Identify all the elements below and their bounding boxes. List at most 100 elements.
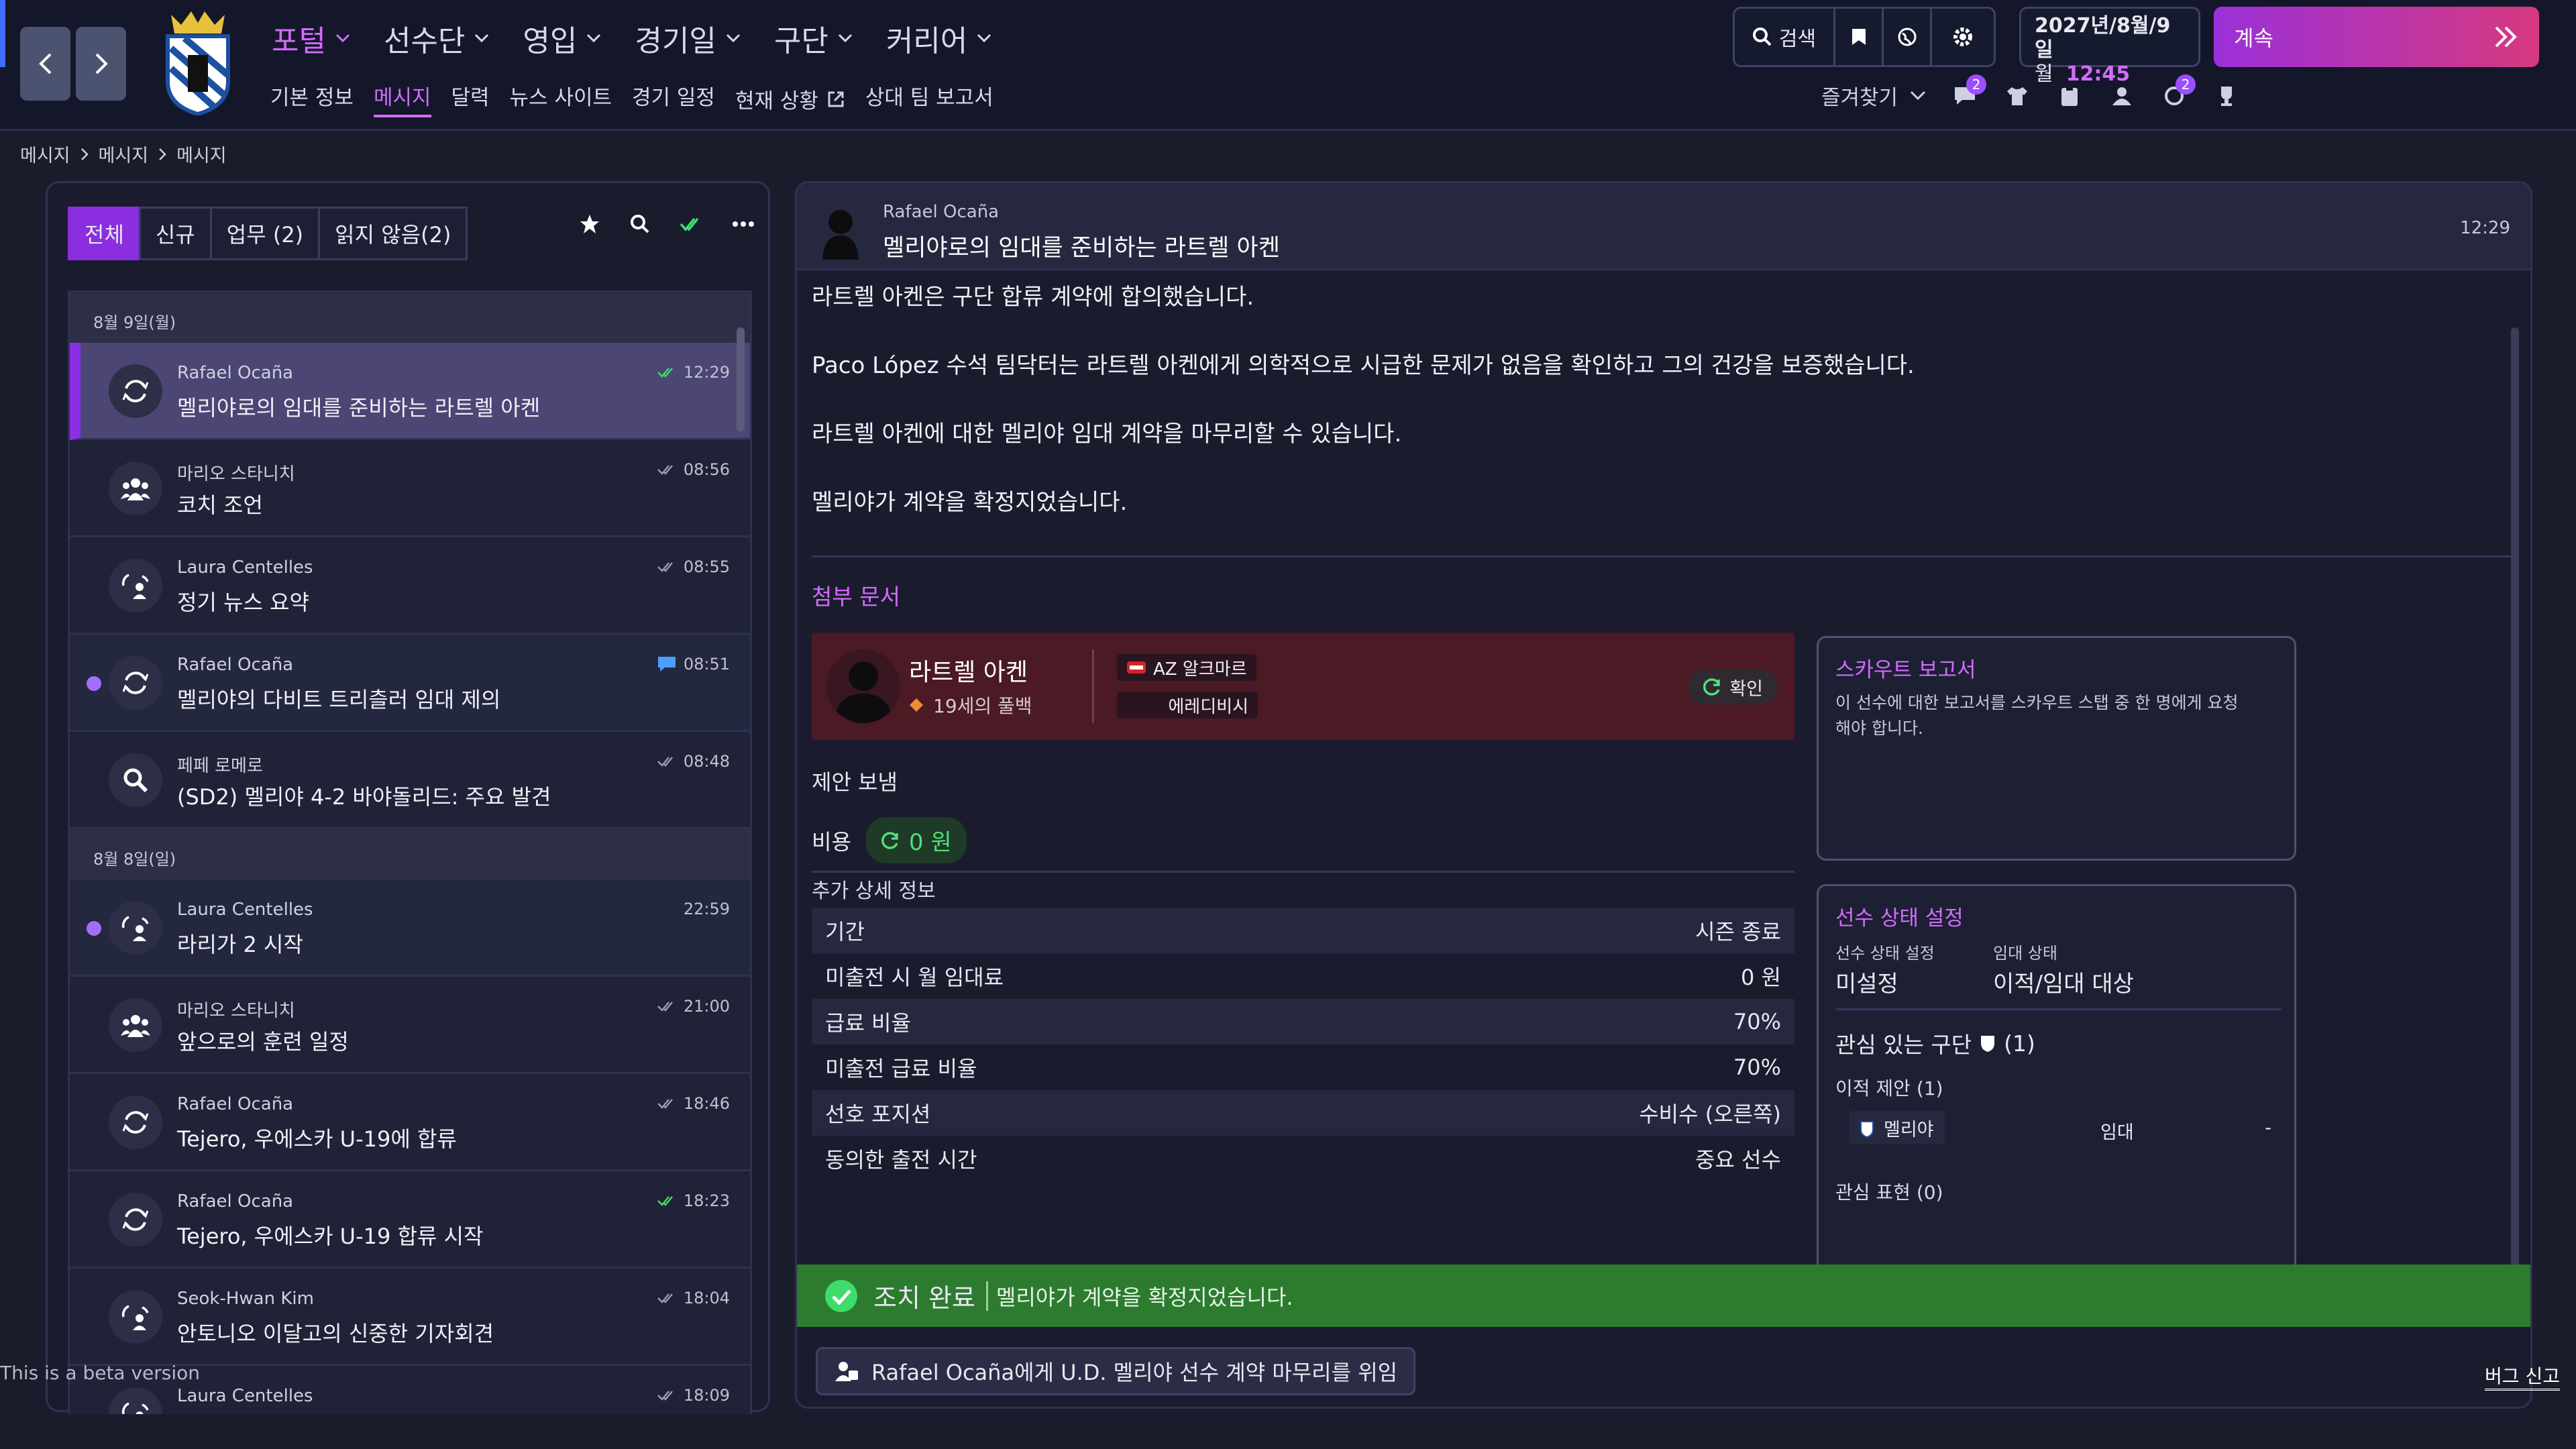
kit-shortcut[interactable]	[2004, 83, 2031, 109]
date-group-header: 8월 9일(월)	[70, 292, 750, 343]
breadcrumb-item[interactable]: 메시지	[99, 141, 149, 167]
message-row[interactable]: Rafael Ocaña 멜리야의 다비트 트리츨러 임대 제의 08:51	[70, 635, 750, 732]
menu-club[interactable]: 구단	[774, 17, 853, 60]
message-sender: Rafael Ocaña	[177, 1094, 294, 1114]
message-sender: Laura Centelles	[177, 557, 313, 578]
interest-expressed: 관심 표현 (0)	[1835, 1181, 1943, 1203]
message-row[interactable]: 마리오 스타니치 코치 조언 08:56	[70, 440, 750, 537]
star-icon[interactable]	[579, 213, 600, 235]
submenu-calendar[interactable]: 달력	[451, 80, 490, 117]
board-shortcut[interactable]: 2	[2161, 74, 2196, 109]
offer-status: 제안 보냄	[812, 769, 898, 795]
people-exchange-icon	[109, 1290, 162, 1344]
chevron-down-icon	[475, 34, 489, 43]
action-complete-label: 조치 완료	[873, 1283, 975, 1313]
menu-portal[interactable]: 포털	[272, 17, 350, 60]
message-row[interactable]: Laura Centelles 라리가 2 시작 22:59	[70, 879, 750, 977]
breadcrumb-item[interactable]: 메시지	[20, 141, 70, 167]
offer-club[interactable]: 멜리야	[1849, 1111, 1945, 1144]
message-row[interactable]: Rafael Ocaña Tejero, 우에스카 U-19에 합류 18:46	[70, 1074, 750, 1171]
message-time: 21:00	[657, 997, 730, 1016]
offer-row[interactable]: 멜리야 임대 -	[1835, 1111, 2282, 1144]
message-row[interactable]: Seok-Hwan Kim 안토니오 이달고의 신중한 기자회견 18:04	[70, 1269, 750, 1366]
message-scrollbar[interactable]	[2511, 327, 2519, 1303]
fee-row: 비용 0 원	[812, 817, 967, 863]
submenu-news[interactable]: 뉴스 사이트	[510, 80, 612, 117]
confirm-button[interactable]: 확인	[1688, 669, 1778, 704]
message-time: 08:51	[657, 655, 730, 674]
message-time: 08:55	[657, 557, 730, 576]
message-row[interactable]: Rafael Ocaña 멜리야로의 임대를 준비하는 라트렐 아켄 12:29	[70, 343, 750, 440]
refresh-icon	[1703, 678, 1721, 696]
sub-menu: 기본 정보 메시지 달력 뉴스 사이트 경기 일정 현재 상황 상대 팀 보고서	[270, 80, 994, 117]
submenu-overview[interactable]: 기본 정보	[270, 80, 354, 117]
message-row[interactable]: 마리오 스타니치 앞으로의 훈련 일정 21:00	[70, 977, 750, 1074]
submenu-inbox[interactable]: 메시지	[373, 80, 431, 117]
message-body: 라트렐 아켄은 구단 합류 계약에 합의했습니다. Paco López 수석 …	[812, 284, 2489, 557]
message-paragraph: 라트렐 아켄에 대한 멜리야 임대 계약을 마무리할 수 있습니다.	[812, 421, 1402, 447]
offer-extra: -	[2265, 1118, 2271, 1138]
staff-icon	[2112, 87, 2132, 105]
message-subject: 멜리야로의 임대를 준비하는 라트렐 아켄	[177, 395, 541, 421]
continue-button[interactable]: 계속	[2214, 7, 2539, 67]
submenu-opposition[interactable]: 상대 팀 보고서	[865, 80, 994, 117]
message-time: 18:46	[657, 1094, 730, 1113]
world-button[interactable]	[1884, 9, 1932, 65]
submenu-fixtures[interactable]: 경기 일정	[632, 80, 715, 117]
menu-squad[interactable]: 선수단	[384, 17, 489, 60]
read-check-icon	[657, 755, 677, 768]
status-value[interactable]: 미설정	[1835, 965, 1898, 998]
tactics-shortcut[interactable]	[2056, 83, 2083, 109]
mark-read-icon[interactable]	[680, 216, 702, 232]
date-display[interactable]: 2027년/8월/9일 월 12:45	[2019, 7, 2200, 86]
menu-recruitment[interactable]: 영입	[523, 17, 601, 60]
tab-all[interactable]: 전체	[68, 207, 141, 260]
table-row: 선호 포지션 수비수 (오른쪽)	[812, 1090, 1794, 1136]
settings-button[interactable]	[1932, 9, 1994, 65]
back-button[interactable]	[20, 27, 70, 101]
club-crest[interactable]	[158, 8, 238, 115]
message-row[interactable]: Laura Centelles 정기 뉴스 요약 08:55	[70, 537, 750, 635]
tab-unread[interactable]: 읽지 않음(2)	[318, 207, 468, 260]
player-card[interactable]: 라트렐 아켄 19세의 풀백 AZ 알크마르 에레디비시 확인	[812, 633, 1794, 740]
unread-dot	[87, 921, 101, 936]
trophy-shortcut[interactable]	[2213, 83, 2240, 109]
message-list-scrollbar[interactable]	[737, 327, 745, 431]
menu-matchday[interactable]: 경기일	[635, 17, 740, 60]
favorites-dropdown[interactable]: 즐겨찾기	[1821, 80, 1926, 111]
player-status-title: 선수 상태 설정	[1835, 906, 1964, 930]
player-club[interactable]: AZ 알크마르	[1117, 654, 1256, 681]
people-exchange-icon	[109, 1387, 162, 1414]
bug-report-link[interactable]: 버그 신고	[2485, 1362, 2560, 1391]
table-row: 동의한 출전 시간 중요 선수	[825, 1147, 1781, 1173]
menu-career[interactable]: 커리어	[886, 17, 991, 60]
action-complete-text: 멜리야가 계약을 확정지었습니다.	[996, 1284, 1293, 1310]
player-name[interactable]: 라트렐 아켄	[909, 653, 1028, 688]
message-row[interactable]: 페페 로메로 (SD2) 멜리야 4-2 바야돌리드: 주요 발견 08:48	[70, 732, 750, 829]
notes-button[interactable]	[1835, 9, 1884, 65]
search-button[interactable]: 검색	[1735, 9, 1835, 65]
scout-report-box[interactable]: 스카우트 보고서 이 선수에 대한 보고서를 스카우트 스탭 중 한 명에게 요…	[1817, 636, 2296, 861]
more-icon[interactable]	[732, 221, 755, 227]
loan-status-value[interactable]: 이적/임대 대상	[1993, 965, 2134, 998]
loan-status-label: 임대 상태	[1993, 944, 2057, 963]
message-sender: Rafael Ocaña	[177, 1191, 294, 1212]
inbox-panel: 전체 신규 업무 (2) 읽지 않음(2) 8월 9일(월) Rafael Oca…	[46, 181, 770, 1414]
player-league[interactable]: 에레디비시	[1117, 692, 1258, 718]
message-time: 18:04	[657, 1289, 730, 1307]
submenu-status[interactable]: 현재 상황	[735, 80, 845, 117]
read-check-icon	[657, 463, 677, 476]
accent-strip	[0, 0, 5, 67]
message-paragraph: Paco López 수석 팀닥터는 라트렐 아켄에게 의학적으로 시급한 문제…	[812, 352, 1915, 379]
search-icon[interactable]	[630, 214, 650, 234]
tab-new[interactable]: 신규	[138, 207, 212, 260]
message-row[interactable]: Rafael Ocaña Tejero, 우에스카 U-19 합류 시작 18:23	[70, 1171, 750, 1269]
read-check-icon	[657, 1389, 677, 1402]
chat-shortcut[interactable]: 2	[1951, 74, 1987, 109]
staff-shortcut[interactable]	[2108, 83, 2135, 109]
forward-button[interactable]	[76, 27, 126, 101]
message-sender: Laura Centelles	[177, 1386, 313, 1406]
message-sender: Rafael Ocaña	[883, 202, 1000, 222]
tab-tasks[interactable]: 업무 (2)	[209, 207, 321, 260]
delegate-button[interactable]: Rafael Ocaña에게 U.D. 멜리야 선수 계약 마무리를 위임	[816, 1347, 1416, 1395]
